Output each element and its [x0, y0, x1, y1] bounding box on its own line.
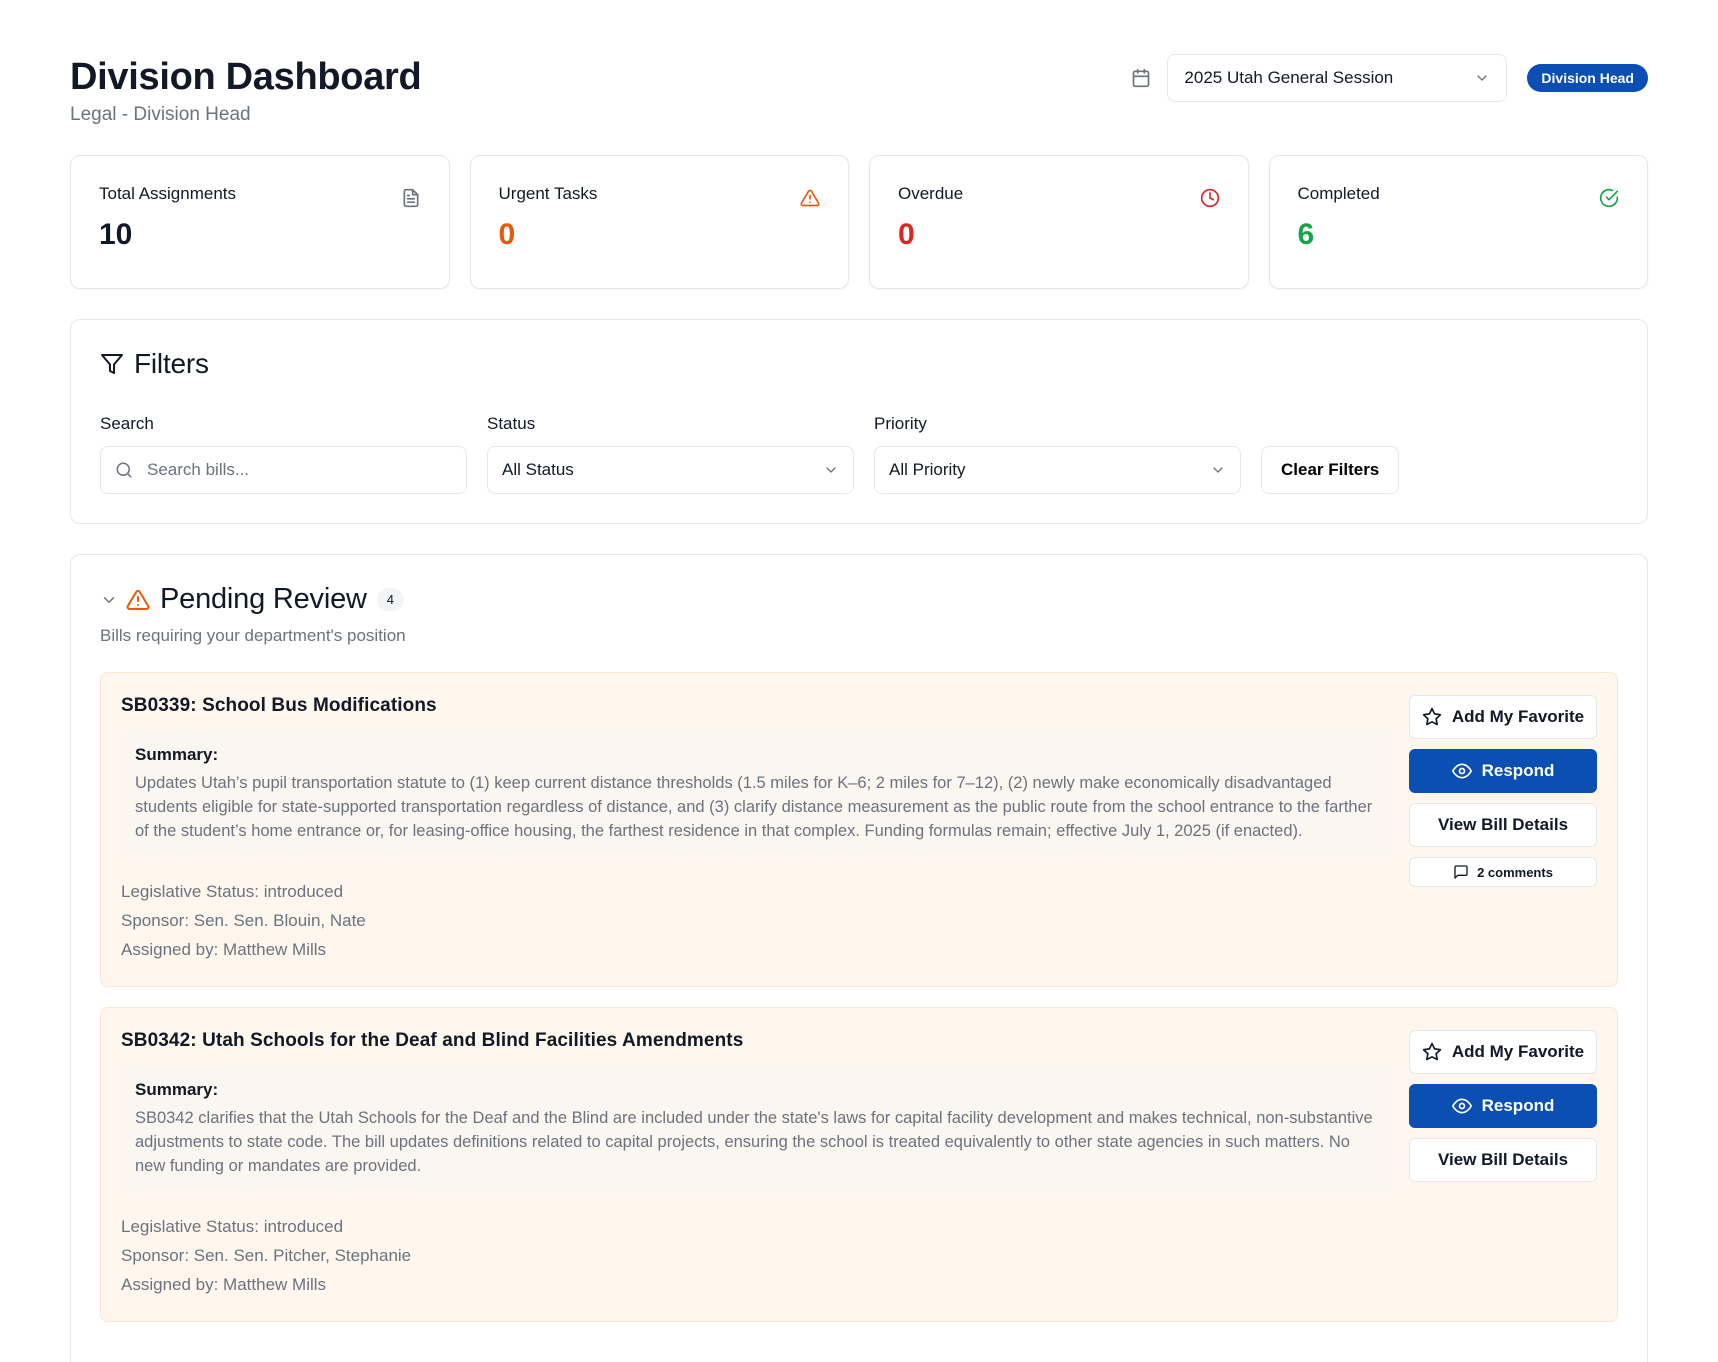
search-icon	[116, 462, 132, 478]
stat-label: Overdue	[898, 184, 964, 203]
summary-box: Summary: Updates Utah’s pupil transporta…	[121, 729, 1396, 859]
clear-filters-button[interactable]: Clear Filters	[1261, 446, 1400, 494]
stat-card-overdue: Overdue 0	[869, 155, 1249, 289]
filters-header: Filters	[100, 348, 1618, 380]
bill-card: SB0342: Utah Schools for the Deaf and Bl…	[100, 1007, 1618, 1322]
comments-button[interactable]: 2 comments	[1409, 857, 1597, 887]
filters-panel: Filters Search Search bills... Status Al…	[70, 319, 1648, 524]
bill-actions: Add My Favorite Respond View Bill Detail…	[1409, 1030, 1597, 1299]
warning-icon	[800, 189, 820, 207]
calendar-icon	[1133, 68, 1150, 88]
clock-icon	[1200, 188, 1219, 208]
stat-label: Completed	[1297, 184, 1380, 203]
add-favorite-label: Add My Favorite	[1451, 1042, 1585, 1061]
chevron-down-icon	[1477, 75, 1488, 81]
stat-card-urgent: Urgent Tasks 0	[469, 155, 849, 289]
respond-button[interactable]: Respond	[1409, 1084, 1597, 1128]
stat-value: 6	[1297, 218, 1315, 251]
legislative-status: Legislative Status: introduced	[121, 1217, 344, 1236]
stat-card-total: Total Assignments 10	[70, 155, 450, 289]
dashboard-page: Division Dashboard Legal - Division Head…	[0, 0, 1718, 1362]
stats-row: Total Assignments 10 Urgent Tasks 0 Over…	[70, 155, 1648, 289]
chevron-down-icon[interactable]	[100, 591, 118, 609]
priority-filter: Priority All Priority	[874, 414, 1241, 494]
add-favorite-button[interactable]: Add My Favorite	[1409, 695, 1597, 739]
page-title: Division Dashboard	[70, 56, 422, 98]
bill-card: SB0339: School Bus Modifications Summary…	[100, 672, 1618, 987]
legislative-status: Legislative Status: introduced	[121, 882, 344, 901]
stat-value: 0	[898, 218, 915, 251]
sponsor: Sponsor: Sen. Sen. Pitcher, Stephanie	[121, 1246, 412, 1265]
search-label: Search	[100, 414, 154, 433]
title-block: Division Dashboard Legal - Division Head	[70, 54, 422, 126]
filter-icon	[101, 354, 123, 374]
count-badge: 4	[376, 588, 405, 611]
stat-label: Total Assignments	[99, 184, 237, 203]
chevron-down-icon	[826, 467, 836, 473]
star-icon	[1422, 707, 1442, 726]
search-filter: Search Search bills...	[100, 414, 467, 494]
respond-label: Respond	[1481, 761, 1555, 780]
respond-button[interactable]: Respond	[1409, 749, 1597, 793]
eye-icon	[1451, 763, 1472, 779]
document-icon	[403, 188, 418, 208]
section-subtitle: Bills requiring your department's positi…	[100, 626, 406, 645]
priority-select[interactable]: All Priority	[874, 446, 1241, 494]
priority-label: Priority	[874, 414, 927, 433]
assigned-by: Assigned by: Matthew Mills	[121, 1275, 327, 1294]
summary-label: Summary:	[135, 1080, 219, 1099]
priority-select-value: All Priority	[889, 460, 966, 479]
stat-card-completed: Completed 6	[1268, 155, 1648, 289]
session-select[interactable]: 2025 Utah General Session	[1167, 54, 1508, 102]
star-icon	[1422, 1042, 1442, 1061]
bill-title: SB0342: Utah Schools for the Deaf and Bl…	[121, 1030, 744, 1051]
search-placeholder: Search bills...	[147, 460, 250, 479]
bill-content: SB0342: Utah Schools for the Deaf and Bl…	[121, 1030, 1396, 1299]
check-circle-icon	[1599, 188, 1619, 208]
view-bill-details-button[interactable]: View Bill Details	[1409, 803, 1597, 847]
summary-text: Updates Utah’s pupil transportation stat…	[135, 774, 1373, 840]
section-header: Pending Review 4	[100, 583, 1618, 616]
header-controls: 2025 Utah General Session Division Head	[1131, 54, 1648, 102]
status-select[interactable]: All Status	[487, 446, 854, 494]
search-input[interactable]: Search bills...	[100, 446, 467, 494]
view-bill-details-label: View Bill Details	[1437, 815, 1569, 834]
stat-value: 0	[498, 218, 516, 251]
status-label: Status	[487, 414, 536, 433]
summary-text: SB0342 clarifies that the Utah Schools f…	[135, 1109, 1373, 1175]
assigned-by: Assigned by: Matthew Mills	[121, 940, 327, 959]
stat-label: Urgent Tasks	[498, 184, 598, 203]
chevron-down-icon	[1213, 467, 1223, 473]
stat-value: 10	[99, 218, 133, 251]
respond-label: Respond	[1481, 1096, 1555, 1115]
status-select-value: All Status	[502, 460, 574, 479]
filters-title: Filters	[134, 348, 209, 379]
comments-label: 2 comments	[1477, 864, 1553, 880]
page-subtitle: Legal - Division Head	[70, 104, 251, 125]
session-select-value: 2025 Utah General Session	[1184, 68, 1394, 87]
bill-actions: Add My Favorite Respond View Bill Detail…	[1409, 695, 1597, 964]
page-header: Division Dashboard Legal - Division Head…	[70, 0, 1648, 155]
section-title: Pending Review	[160, 583, 367, 615]
filter-row: Search Search bills... Status All Status…	[100, 414, 1618, 494]
summary-label: Summary:	[135, 745, 219, 764]
role-badge: Division Head	[1527, 64, 1648, 92]
view-bill-details-button[interactable]: View Bill Details	[1409, 1138, 1597, 1182]
warning-icon	[126, 589, 150, 610]
comment-icon	[1454, 865, 1468, 879]
pending-review-section: Pending Review 4 Bills requiring your de…	[70, 554, 1648, 1362]
sponsor: Sponsor: Sen. Sen. Blouin, Nate	[121, 911, 366, 930]
summary-box: Summary: SB0342 clarifies that the Utah …	[121, 1064, 1396, 1194]
bill-content: SB0339: School Bus Modifications Summary…	[121, 695, 1396, 964]
view-bill-details-label: View Bill Details	[1437, 1150, 1569, 1169]
bill-meta: Legislative Status: introduced Sponsor: …	[121, 877, 1396, 964]
add-favorite-button[interactable]: Add My Favorite	[1409, 1030, 1597, 1074]
status-filter: Status All Status	[487, 414, 854, 494]
bill-meta: Legislative Status: introduced Sponsor: …	[121, 1212, 1396, 1299]
bill-title: SB0339: School Bus Modifications	[121, 695, 437, 716]
eye-icon	[1451, 1098, 1472, 1114]
add-favorite-label: Add My Favorite	[1451, 707, 1585, 726]
